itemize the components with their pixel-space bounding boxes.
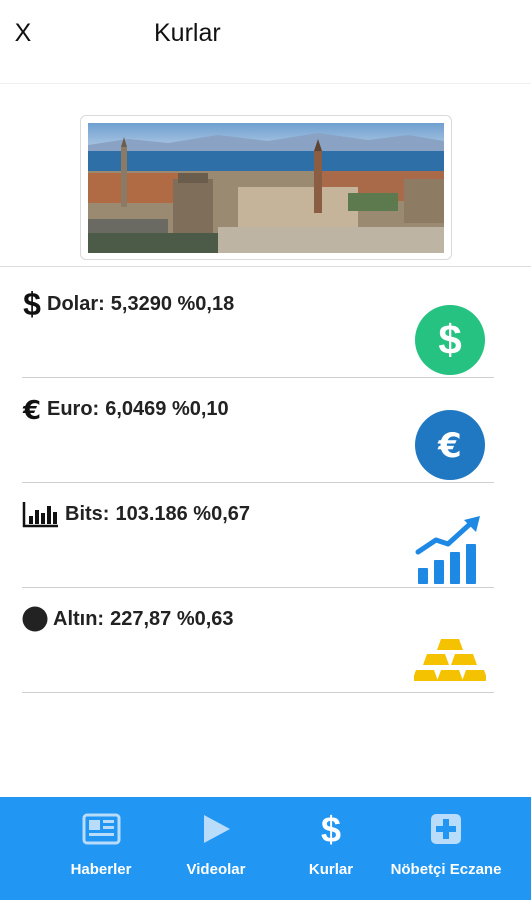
nav-label: Nöbetçi Eczane (390, 861, 502, 878)
rate-name: Altın: (53, 607, 105, 630)
close-button[interactable]: X (10, 16, 36, 50)
rate-value: 6,0469 %0,10 (105, 397, 229, 420)
bottom-navigation: Haberler Videolar $ Kurlar Nöbetçi Eczan… (0, 797, 531, 900)
pharmacy-plus-icon (386, 811, 506, 847)
nav-label: Videolar (186, 861, 246, 878)
city-panorama-image (88, 123, 444, 253)
euro-sign-icon: € (22, 394, 42, 424)
bar-chart-icon (22, 500, 60, 528)
dollar-sign-icon: $ (22, 287, 42, 321)
page-title: Kurlar (154, 19, 221, 47)
banner-image (80, 115, 452, 260)
rate-name: Dolar: (47, 292, 105, 315)
rate-label: $ Dolar: 5,3290 %0,18 (22, 284, 234, 324)
circle-icon (22, 606, 48, 632)
rate-value: 5,3290 %0,18 (110, 292, 235, 315)
nav-haberler[interactable]: Haberler (41, 797, 161, 900)
nav-label: Haberler (70, 861, 132, 878)
svg-text:$: $ (321, 810, 341, 848)
rate-label: Bits: 103.186 %0,67 (22, 494, 250, 534)
nav-kurlar[interactable]: $ Kurlar (271, 797, 391, 900)
rate-label: Altın: 227,87 %0,63 (22, 599, 234, 639)
svg-text:$: $ (438, 316, 461, 363)
dollar-circle-icon: $ (414, 304, 486, 376)
nav-videolar[interactable]: Videolar (156, 797, 276, 900)
nav-nobetci-eczane[interactable]: Nöbetçi Eczane (386, 797, 506, 900)
euro-circle-icon: € (414, 409, 486, 481)
rate-value: 103.186 %0,67 (115, 502, 251, 525)
rate-row-altin[interactable]: Altın: 227,87 %0,63 (22, 589, 494, 693)
app-header: X Kurlar (0, 0, 531, 84)
svg-text:$: $ (23, 287, 41, 321)
gold-bars-icon (412, 619, 488, 691)
rate-value: 227,87 %0,63 (110, 607, 234, 630)
rate-label: € Euro: 6,0469 %0,10 (22, 389, 229, 429)
nav-label: Kurlar (308, 861, 354, 878)
growth-chart-icon (414, 514, 486, 586)
newspaper-icon (41, 811, 161, 847)
play-icon (156, 811, 276, 847)
svg-text:€: € (437, 426, 462, 466)
rate-row-bits[interactable]: Bits: 103.186 %0,67 (22, 484, 494, 588)
rate-name: Bits: (65, 502, 110, 525)
dollar-icon: $ (271, 810, 391, 848)
svg-text:€: € (22, 396, 41, 424)
rate-name: Euro: (47, 397, 100, 420)
rate-row-dolar[interactable]: $ Dolar: 5,3290 %0,18 $ (22, 274, 494, 378)
banner-section (0, 84, 531, 267)
rate-row-euro[interactable]: € Euro: 6,0469 %0,10 € (22, 379, 494, 483)
